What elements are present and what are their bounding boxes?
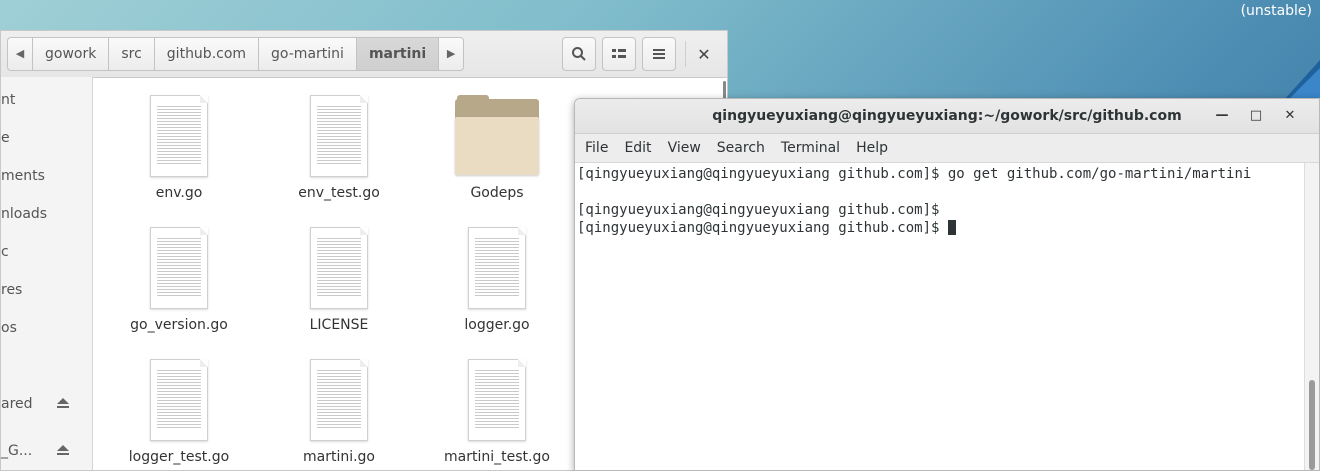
menu-edit[interactable]: Edit bbox=[616, 140, 659, 156]
text-file-icon bbox=[150, 95, 208, 177]
menu-search[interactable]: Search bbox=[709, 140, 773, 156]
menu-button[interactable] bbox=[642, 37, 676, 71]
search-button[interactable] bbox=[562, 37, 596, 71]
terminal-menubar: File Edit View Search Terminal Help bbox=[575, 134, 1319, 163]
text-file-icon bbox=[310, 227, 368, 309]
close-icon: ✕ bbox=[697, 44, 711, 64]
text-file-icon bbox=[468, 227, 526, 309]
sidebar-item-pictures[interactable]: res bbox=[1, 282, 22, 298]
file-item[interactable]: logger_test.go bbox=[99, 359, 259, 465]
view-toggle-button[interactable] bbox=[602, 37, 636, 71]
desktop-top-label: (unstable) bbox=[1240, 3, 1312, 19]
maximize-icon: □ bbox=[1249, 108, 1263, 123]
sidebar-item-drive[interactable]: _G... bbox=[1, 443, 32, 459]
text-file-icon bbox=[150, 359, 208, 441]
path-forward-arrow-icon[interactable]: ▶ bbox=[438, 37, 465, 71]
path-back-arrow-icon[interactable]: ◀ bbox=[7, 37, 32, 71]
terminal-cursor bbox=[947, 220, 956, 235]
terminal-screen[interactable]: [qingyueyuxiang@qingyueyuxiang github.co… bbox=[575, 163, 1305, 470]
folder-icon bbox=[455, 95, 539, 177]
list-view-icon bbox=[612, 49, 626, 58]
search-icon bbox=[572, 47, 586, 61]
file-name: env_test.go bbox=[298, 185, 380, 201]
file-item[interactable]: LICENSE bbox=[259, 227, 419, 333]
sidebar-item-home[interactable]: e bbox=[1, 130, 10, 146]
path-crumb-go-martini[interactable]: go-martini bbox=[258, 37, 356, 71]
file-name: logger_test.go bbox=[128, 449, 230, 465]
file-name: LICENSE bbox=[309, 317, 369, 333]
header-divider bbox=[685, 41, 686, 67]
file-name: martini.go bbox=[302, 449, 376, 465]
sidebar-item-shared[interactable]: ared bbox=[1, 396, 33, 412]
file-item[interactable]: logger.go bbox=[417, 227, 577, 333]
sidebar-item-downloads[interactable]: nloads bbox=[1, 206, 47, 222]
terminal-window: qingyueyuxiang@qingyueyuxiang:~/gowork/s… bbox=[574, 98, 1320, 471]
file-manager-header: ◀ gowork src github.com go-martini marti… bbox=[1, 31, 727, 78]
path-crumb-src[interactable]: src bbox=[108, 37, 154, 71]
terminal-scrollbar[interactable] bbox=[1304, 163, 1319, 470]
sidebar-item-recent[interactable]: nt bbox=[1, 92, 15, 108]
terminal-line: [qingyueyuxiang@qingyueyuxiang github.co… bbox=[577, 202, 948, 218]
file-item[interactable]: martini.go bbox=[259, 359, 419, 465]
path-crumb-martini[interactable]: martini bbox=[355, 37, 439, 71]
minimize-icon: — bbox=[1215, 108, 1229, 123]
file-name: env.go bbox=[155, 185, 203, 201]
sidebar: nt e ments nloads c res os ared _G... bbox=[1, 77, 93, 470]
path-bar: ◀ gowork src github.com go-martini marti… bbox=[7, 37, 465, 71]
text-file-icon bbox=[310, 359, 368, 441]
menu-terminal[interactable]: Terminal bbox=[773, 140, 848, 156]
folder-item[interactable]: Godeps bbox=[417, 95, 577, 201]
file-name: logger.go bbox=[464, 317, 530, 333]
menu-help[interactable]: Help bbox=[848, 140, 896, 156]
menu-file[interactable]: File bbox=[577, 140, 616, 156]
file-name: martini_test.go bbox=[444, 449, 550, 465]
terminal-scrollbar-thumb[interactable] bbox=[1309, 380, 1315, 470]
maximize-button[interactable]: □ bbox=[1239, 99, 1273, 133]
file-item[interactable]: env.go bbox=[99, 95, 259, 201]
eject-icon[interactable] bbox=[56, 398, 70, 410]
hamburger-icon bbox=[653, 49, 665, 59]
terminal-line: [qingyueyuxiang@qingyueyuxiang github.co… bbox=[577, 166, 1252, 182]
file-item[interactable]: go_version.go bbox=[99, 227, 259, 333]
file-item[interactable]: env_test.go bbox=[259, 95, 419, 201]
terminal-title: qingyueyuxiang@qingyueyuxiang:~/gowork/s… bbox=[712, 108, 1182, 124]
text-file-icon bbox=[468, 359, 526, 441]
sidebar-item-music[interactable]: c bbox=[1, 244, 9, 260]
file-name: Godeps bbox=[470, 185, 524, 201]
minimize-button[interactable]: — bbox=[1205, 99, 1239, 133]
sidebar-item-videos[interactable]: os bbox=[1, 320, 17, 336]
eject-icon[interactable] bbox=[56, 445, 70, 457]
file-item[interactable]: martini_test.go bbox=[417, 359, 577, 465]
close-button[interactable]: ✕ bbox=[1273, 99, 1307, 133]
terminal-line-text: [qingyueyuxiang@qingyueyuxiang github.co… bbox=[577, 220, 948, 236]
menu-view[interactable]: View bbox=[660, 140, 709, 156]
close-icon: ✕ bbox=[1284, 108, 1296, 123]
text-file-icon bbox=[310, 95, 368, 177]
path-crumb-gowork[interactable]: gowork bbox=[32, 37, 109, 71]
close-button[interactable]: ✕ bbox=[691, 41, 717, 67]
file-name: go_version.go bbox=[130, 317, 228, 333]
text-file-icon bbox=[150, 227, 208, 309]
terminal-prompt-line: [qingyueyuxiang@qingyueyuxiang github.co… bbox=[577, 219, 1303, 237]
path-crumb-github[interactable]: github.com bbox=[153, 37, 259, 71]
sidebar-item-documents[interactable]: ments bbox=[1, 168, 45, 184]
terminal-titlebar[interactable]: qingyueyuxiang@qingyueyuxiang:~/gowork/s… bbox=[575, 99, 1319, 134]
